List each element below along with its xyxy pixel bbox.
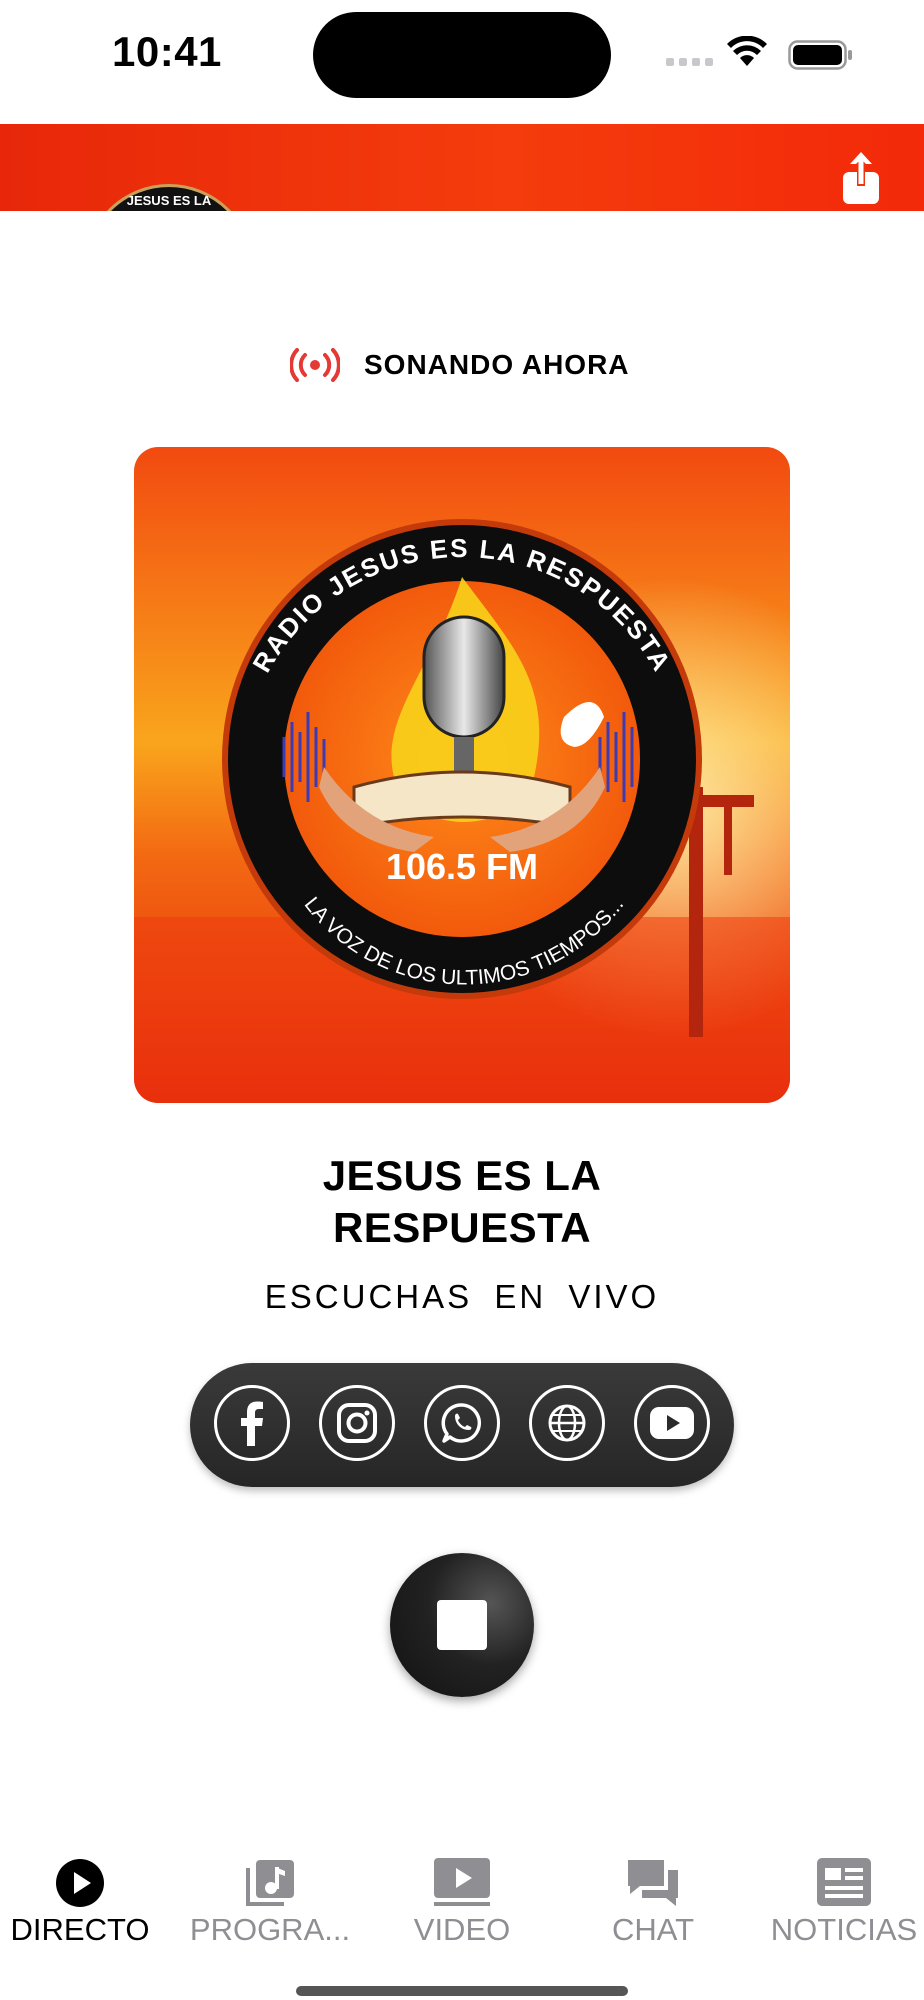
battery-icon: [788, 40, 852, 70]
stop-icon: [437, 1600, 487, 1650]
facebook-button[interactable]: [214, 1385, 290, 1461]
instagram-button[interactable]: [319, 1385, 395, 1461]
logo-frequency-text: 106.5 FM: [386, 846, 538, 887]
play-circle-icon: [56, 1859, 104, 1907]
tab-label-video: VIDEO: [413, 1912, 511, 1947]
station-artwork: RADIO JESUS ES LA RESPUESTA LA VOZ DE LO…: [134, 447, 790, 1103]
tab-directo[interactable]: DIRECTO: [0, 1840, 172, 1950]
broadcast-icon: [290, 348, 340, 382]
station-title: JESUS ES LA RESPUESTA: [162, 1150, 762, 1254]
now-playing-label: SONANDO AHORA: [290, 348, 630, 382]
wifi-icon: [727, 36, 767, 66]
stop-button[interactable]: [390, 1553, 534, 1697]
tab-programas[interactable]: PROGRA...: [178, 1840, 362, 1950]
header-logo: JESUS ES LA RESPUESTA: [84, 184, 254, 211]
tab-label-programas: PROGRA...: [189, 1912, 351, 1947]
social-links-bar: [190, 1363, 734, 1487]
music-library-icon: [246, 1860, 294, 1906]
top-header: JESUS ES LA RESPUESTA: [0, 124, 924, 211]
website-button[interactable]: [529, 1385, 605, 1461]
artwork-image: RADIO JESUS ES LA RESPUESTA LA VOZ DE LO…: [134, 447, 790, 1103]
dynamic-island: [313, 12, 611, 98]
whatsapp-icon: [441, 1403, 482, 1443]
tab-label-directo: DIRECTO: [10, 1912, 150, 1947]
tab-bar: DIRECTO PROGRA... VIDEO CHAT NOTICIAS: [0, 1840, 924, 1950]
video-icon: [434, 1858, 490, 1906]
home-indicator: [296, 1986, 628, 1996]
tab-chat[interactable]: CHAT: [561, 1840, 745, 1950]
chat-icon: [628, 1860, 678, 1906]
youtube-button[interactable]: [634, 1385, 710, 1461]
facebook-icon: [241, 1401, 263, 1446]
tab-noticias[interactable]: NOTICIAS: [752, 1840, 924, 1950]
cellular-signal-icon: [666, 58, 713, 66]
youtube-icon: [650, 1407, 694, 1439]
share-button[interactable]: [836, 152, 886, 208]
station-title-line1: JESUS ES LA: [322, 1152, 602, 1199]
tab-label-chat: CHAT: [611, 1912, 695, 1947]
news-icon: [817, 1858, 871, 1906]
station-subtitle: ESCUCHAS EN VIVO: [264, 1278, 660, 1315]
tab-video[interactable]: VIDEO: [370, 1840, 554, 1950]
station-title-line2: RESPUESTA: [332, 1204, 592, 1251]
tab-label-noticias: NOTICIAS: [770, 1912, 918, 1947]
instagram-icon: [337, 1403, 377, 1443]
globe-icon: [548, 1404, 586, 1442]
header-logo-text: JESUS ES LA RESPUESTA: [126, 193, 212, 211]
whatsapp-button[interactable]: [424, 1385, 500, 1461]
status-bar: 10:41: [0, 0, 924, 118]
now-playing-text: SONANDO AHORA: [364, 349, 630, 380]
status-time: 10:41: [112, 28, 222, 75]
